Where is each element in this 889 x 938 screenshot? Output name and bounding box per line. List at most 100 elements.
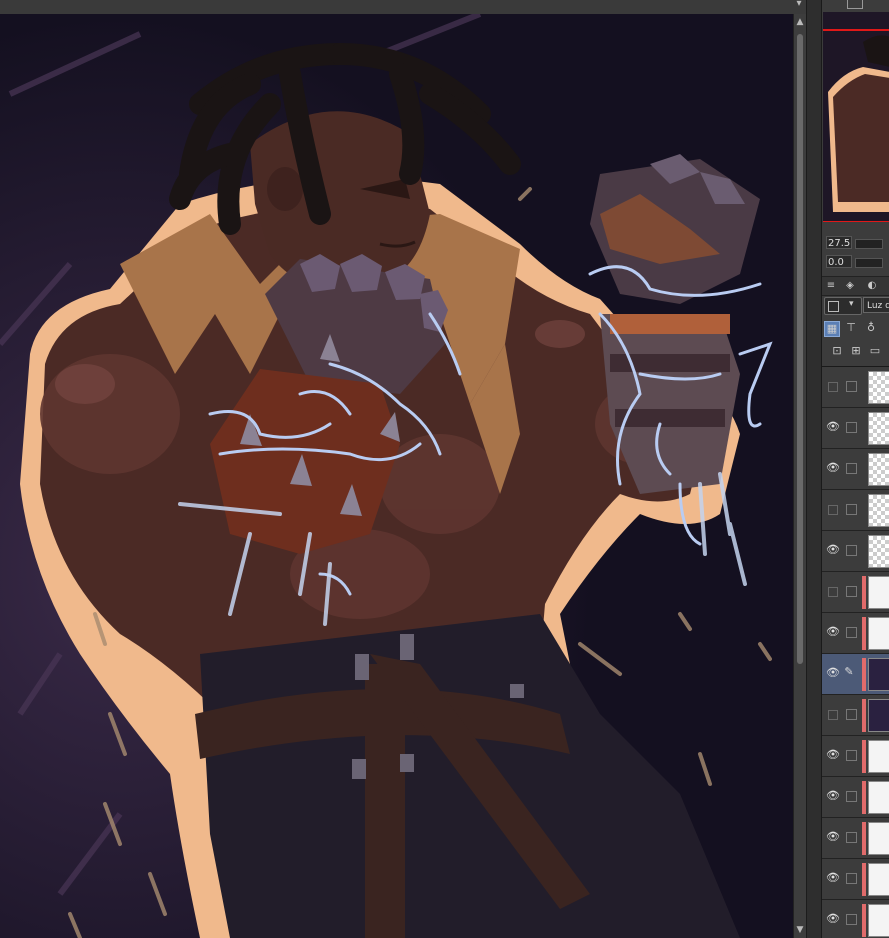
layer-row[interactable]: 👁 [822, 367, 889, 408]
eye-icon[interactable]: 👁 [826, 462, 840, 474]
layer-row[interactable]: 👁 [822, 736, 889, 777]
rotation-value[interactable]: 0.0 [826, 255, 852, 268]
checkbox[interactable] [846, 586, 857, 597]
layer-panel-tabs: ≡ ◈ ◐ [822, 276, 889, 296]
reference-icon[interactable]: ♁ [864, 321, 878, 335]
layer-row[interactable]: 👁 [822, 408, 889, 449]
layer-row[interactable]: 👁 [822, 449, 889, 490]
artwork [0, 14, 793, 938]
rotation-row: 0.0 [825, 255, 885, 269]
layer-row[interactable]: 👁 [822, 613, 889, 654]
eye-icon[interactable]: 👁 [826, 913, 840, 925]
clip-indicator [862, 576, 866, 609]
layer-lock-tools: ▦ ⊤ ♁ [822, 318, 889, 338]
layer-color-select[interactable]: ▾ [824, 297, 862, 315]
checkbox[interactable] [846, 627, 857, 638]
layer-row[interactable]: 👁 [822, 695, 889, 736]
layer-thumbnail [868, 617, 889, 650]
eye-icon[interactable]: 👁 [826, 626, 840, 638]
layer-row[interactable]: 👁 [822, 572, 889, 613]
eye-icon[interactable]: 👁 [828, 710, 838, 720]
layer-row[interactable]: 👁 [822, 900, 889, 938]
eye-icon[interactable]: 👁 [826, 667, 840, 679]
new-vector-layer-icon[interactable]: ⊞ [849, 344, 863, 358]
eye-icon[interactable]: 👁 [828, 587, 838, 597]
triangle-up-icon[interactable]: ▲ [794, 16, 806, 28]
canvas-vertical-scrollbar[interactable]: ▲ ▼ [793, 14, 806, 938]
clip-indicator [862, 904, 866, 937]
checkbox[interactable] [846, 832, 857, 843]
clip-indicator [862, 863, 866, 896]
layer-row[interactable]: 👁 [822, 490, 889, 531]
layer-thumbnail [868, 412, 889, 445]
scrollbar-thumb[interactable] [797, 34, 803, 664]
layer-row[interactable]: 👁 [822, 818, 889, 859]
eye-icon[interactable]: 👁 [826, 872, 840, 884]
clip-indicator [862, 740, 866, 773]
checkbox[interactable] [846, 914, 857, 925]
layer-thumbnail [868, 904, 889, 937]
square-icon [828, 301, 839, 312]
checkbox[interactable] [846, 381, 857, 392]
layer-row[interactable]: 👁 [822, 859, 889, 900]
palette-icon[interactable]: ◐ [866, 280, 878, 292]
chevron-down-icon: ▾ [849, 299, 854, 309]
layer-thumbnail [868, 576, 889, 609]
eye-icon[interactable]: 👁 [826, 544, 840, 556]
menu-icon[interactable]: ≡ [825, 280, 837, 292]
new-folder-icon[interactable]: ▭ [868, 344, 882, 358]
chevron-down-icon[interactable]: ▾ [793, 0, 805, 12]
layer-thumbnail [868, 453, 889, 486]
navigator-preview[interactable] [823, 12, 889, 222]
top-toolbar: ▾ Na [0, 0, 889, 15]
layer-thumbnail [868, 740, 889, 773]
clip-indicator [862, 822, 866, 855]
layer-thumbnail [868, 863, 889, 896]
clip-indicator [862, 617, 866, 650]
layer-row[interactable]: 👁 [822, 777, 889, 818]
checkbox[interactable] [846, 463, 857, 474]
eye-icon[interactable]: 👁 [826, 790, 840, 802]
layers-icon[interactable]: ◈ [844, 280, 856, 292]
panel-splitter[interactable] [806, 0, 822, 938]
clip-indicator [862, 781, 866, 814]
triangle-down-icon[interactable]: ▼ [794, 924, 806, 936]
layer-thumbnail [868, 781, 889, 814]
checkbox[interactable] [846, 873, 857, 884]
right-panel: 27.5 0.0 ≡ ◈ ◐ ▾ Luz d ▦ ⊤ ♁ ⊡ ⊞ ▭ 👁 👁 👁 👁 👁… [821, 0, 889, 938]
new-layer-icon[interactable]: ⊡ [830, 344, 844, 358]
checkbox[interactable] [846, 791, 857, 802]
lock-transparent-icon[interactable]: ▦ [824, 321, 840, 337]
checkbox[interactable] [846, 422, 857, 433]
eye-icon[interactable]: 👁 [826, 831, 840, 843]
layer-thumbnail [868, 535, 889, 568]
layer-thumbnail [868, 494, 889, 527]
zoom-row: 27.5 [825, 236, 885, 250]
layer-thumbnail [868, 699, 889, 732]
layer-thumbnail [868, 371, 889, 404]
checkbox[interactable] [846, 545, 857, 556]
eye-icon[interactable]: 👁 [826, 749, 840, 761]
navigator-tab-icon[interactable] [847, 0, 863, 9]
rotation-slider[interactable] [855, 258, 883, 268]
clip-indicator [862, 699, 866, 732]
layer-list: 👁👁👁👁👁👁👁👁✎👁👁👁👁👁👁 [822, 366, 889, 938]
pencil-icon: ✎ [844, 665, 854, 678]
layer-row[interactable]: 👁 [822, 531, 889, 572]
eye-icon[interactable]: 👁 [826, 421, 840, 433]
zoom-value[interactable]: 27.5 [826, 236, 852, 249]
eye-icon[interactable]: 👁 [828, 505, 838, 515]
zoom-slider[interactable] [855, 239, 883, 249]
layer-thumbnail [868, 658, 889, 691]
blend-mode-select[interactable]: Luz d [863, 297, 889, 313]
layer-thumbnail [868, 822, 889, 855]
drawing-canvas[interactable] [0, 14, 793, 938]
lock-layer-icon[interactable]: ⊤ [844, 321, 858, 335]
layer-row[interactable]: 👁 ✎ [822, 654, 889, 695]
checkbox[interactable] [846, 750, 857, 761]
checkbox[interactable] [846, 709, 857, 720]
layer-actions: ⊡ ⊞ ▭ [822, 341, 889, 361]
checkbox[interactable] [846, 504, 857, 515]
eye-icon[interactable]: 👁 [828, 382, 838, 392]
navigator-view-frame[interactable] [823, 29, 889, 222]
